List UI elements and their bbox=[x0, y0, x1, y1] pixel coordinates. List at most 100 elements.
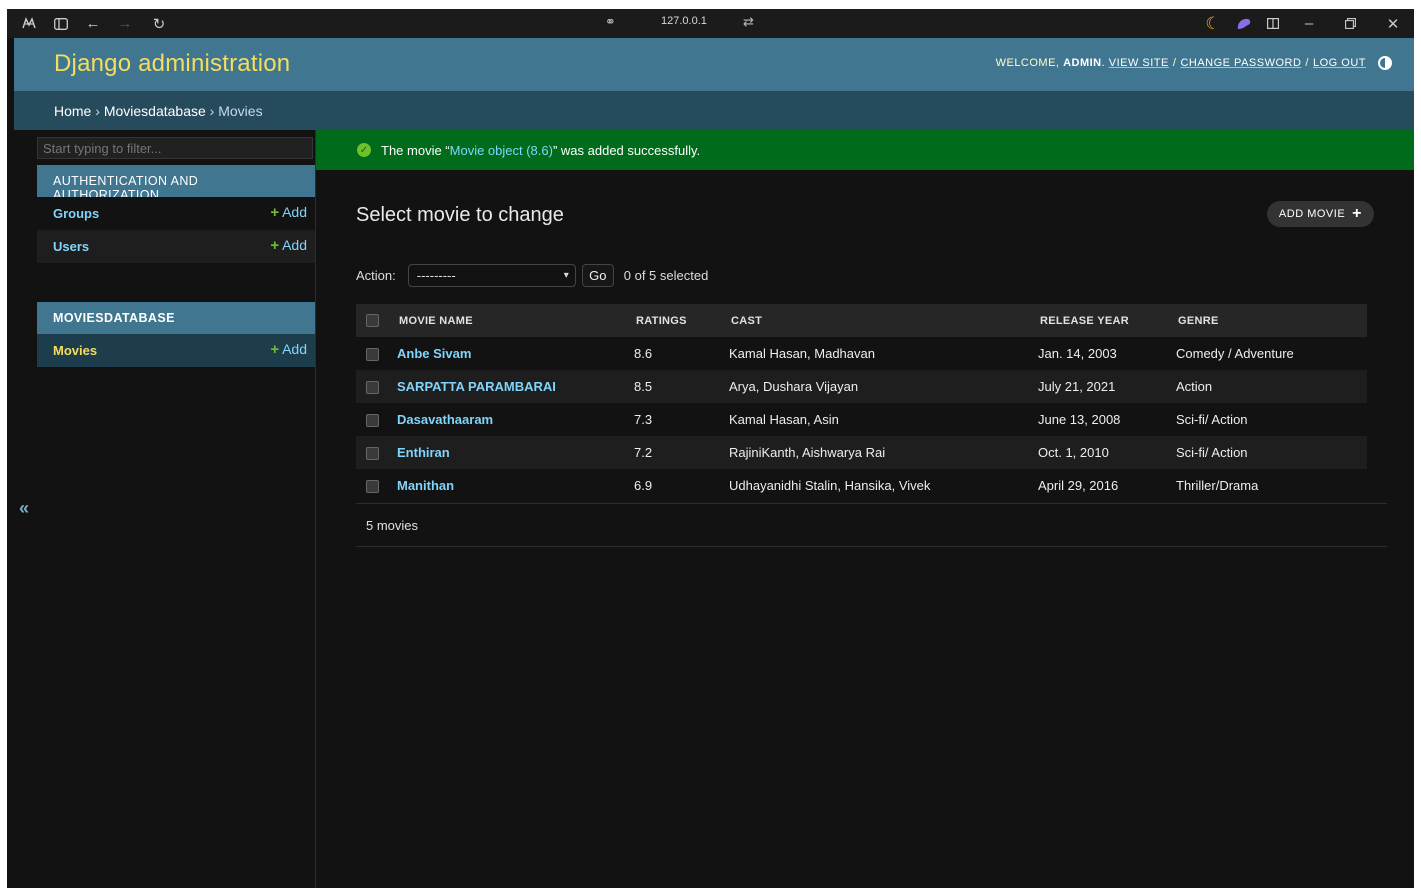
nav-sidebar-toggle[interactable]: « bbox=[14, 130, 38, 888]
release-cell: June 13, 2008 bbox=[1030, 403, 1168, 436]
admin-header: Django administration WELCOME, ADMIN. VI… bbox=[14, 38, 1414, 91]
sidebar-item-users[interactable]: Users + Add bbox=[37, 230, 315, 263]
link-icon[interactable]: ⚭ bbox=[605, 14, 616, 30]
check-icon: ✓ bbox=[357, 143, 371, 157]
username: ADMIN bbox=[1063, 57, 1102, 69]
movie-name-link[interactable]: Anbe Sivam bbox=[397, 346, 471, 361]
module-caption-auth[interactable]: AUTHENTICATION AND AUTHORIZATION bbox=[37, 165, 315, 202]
column-header-cast[interactable]: CAST bbox=[721, 304, 1030, 337]
add-users-link[interactable]: + Add bbox=[270, 237, 307, 254]
movie-name-link[interactable]: Dasavathaaram bbox=[397, 412, 493, 427]
site-settings-icon[interactable]: ⇄ bbox=[743, 14, 754, 30]
breadcrumb-app[interactable]: Moviesdatabase bbox=[104, 103, 206, 119]
success-message: ✓ The movie “Movie object (8.6)” was add… bbox=[316, 130, 1414, 170]
sidebar-item-groups[interactable]: Groups + Add bbox=[37, 197, 315, 230]
reload-icon[interactable]: ↻ bbox=[149, 13, 169, 34]
restore-icon[interactable] bbox=[1340, 13, 1360, 34]
sidebar-item-label[interactable]: Movies bbox=[53, 343, 97, 358]
add-label: Add bbox=[282, 204, 307, 220]
genre-cell: Thriller/Drama bbox=[1168, 469, 1367, 502]
browser-logo-icon[interactable] bbox=[19, 13, 39, 34]
column-header-genre[interactable]: GENRE bbox=[1168, 304, 1367, 337]
cast-cell: Kamal Hasan, Asin bbox=[721, 403, 1030, 436]
nav-sidebar: AUTHENTICATION AND AUTHORIZATION Groups … bbox=[37, 130, 316, 888]
plus-icon: + bbox=[270, 341, 280, 358]
site-branding[interactable]: Django administration bbox=[54, 50, 290, 78]
main-content: ✓ The movie “Movie object (8.6)” was add… bbox=[316, 130, 1414, 888]
genre-cell: Comedy / Adventure bbox=[1168, 337, 1367, 370]
sidebar-toggle-icon[interactable] bbox=[51, 13, 71, 34]
action-select-value: --------- bbox=[416, 267, 456, 283]
separator: / bbox=[1172, 57, 1177, 69]
module-caption-moviesdatabase[interactable]: MOVIESDATABASE bbox=[37, 302, 315, 334]
release-cell: April 29, 2016 bbox=[1030, 469, 1168, 502]
sidebar-item-label[interactable]: Groups bbox=[53, 206, 99, 221]
action-select[interactable]: --------- ▾ bbox=[407, 263, 576, 287]
chevron-down-icon: ▾ bbox=[563, 269, 569, 281]
add-groups-link[interactable]: + Add bbox=[270, 204, 307, 221]
table-row: Enthiran 7.2 RajiniKanth, Aishwarya Rai … bbox=[356, 436, 1367, 469]
breadcrumb-separator: › bbox=[209, 103, 215, 119]
back-icon[interactable]: ← bbox=[83, 13, 103, 34]
add-movies-link[interactable]: + Add bbox=[270, 341, 307, 358]
table-row: Manithan 6.9 Udhayanidhi Stalin, Hansika… bbox=[356, 469, 1367, 502]
user-tools: WELCOME, ADMIN. VIEW SITE / CHANGE PASSW… bbox=[996, 56, 1392, 70]
select-all-cell bbox=[356, 304, 389, 337]
row-checkbox[interactable] bbox=[366, 414, 379, 428]
rating-cell: 7.3 bbox=[626, 403, 721, 436]
release-cell: Jan. 14, 2003 bbox=[1030, 337, 1168, 370]
change-password-link[interactable]: CHANGE PASSWORD bbox=[1180, 57, 1301, 69]
breadcrumb-current: Movies bbox=[218, 103, 263, 119]
add-label: Add bbox=[282, 237, 307, 253]
selection-counter: 0 of 5 selected bbox=[623, 267, 709, 283]
table-row: SARPATTA PARAMBARAI 8.5 Arya, Dushara Vi… bbox=[356, 370, 1367, 403]
go-button[interactable]: Go bbox=[581, 263, 614, 287]
rating-cell: 6.9 bbox=[626, 469, 721, 502]
separator: / bbox=[1305, 57, 1309, 69]
column-header-movie-name[interactable]: MOVIE NAME bbox=[389, 304, 626, 337]
minimize-icon[interactable]: – bbox=[1299, 13, 1319, 34]
paginator: 5 movies bbox=[356, 503, 1387, 547]
message-object-link[interactable]: Movie object (8.6) bbox=[450, 143, 553, 158]
plus-icon: + bbox=[270, 204, 280, 221]
forward-icon[interactable]: → bbox=[115, 13, 135, 34]
breadcrumb-home[interactable]: Home bbox=[54, 103, 91, 119]
release-cell: July 21, 2021 bbox=[1030, 370, 1168, 403]
movie-name-link[interactable]: SARPATTA PARAMBARAI bbox=[397, 379, 556, 394]
close-icon[interactable]: ✕ bbox=[1383, 13, 1403, 34]
release-cell: Oct. 1, 2010 bbox=[1030, 436, 1168, 469]
genre-cell: Sci-fi/ Action bbox=[1168, 403, 1367, 436]
cast-cell: Kamal Hasan, Madhavan bbox=[721, 337, 1030, 370]
add-movie-button[interactable]: ADD MOVIE + bbox=[1266, 201, 1374, 227]
sidebar-item-movies[interactable]: Movies + Add bbox=[37, 334, 315, 367]
message-suffix: ” was added successfully. bbox=[552, 143, 701, 158]
breadcrumb-separator: › bbox=[95, 103, 100, 119]
genre-cell: Action bbox=[1168, 370, 1367, 403]
nav-filter-input[interactable] bbox=[37, 137, 313, 159]
column-header-release-year[interactable]: RELEASE YEAR bbox=[1030, 304, 1168, 337]
row-checkbox[interactable] bbox=[366, 348, 379, 362]
cast-cell: Arya, Dushara Vijayan bbox=[721, 370, 1030, 403]
row-checkbox[interactable] bbox=[366, 480, 379, 494]
select-all-checkbox[interactable] bbox=[366, 314, 379, 327]
moon-icon[interactable]: ☾ bbox=[1203, 13, 1223, 34]
movie-name-link[interactable]: Enthiran bbox=[397, 445, 450, 460]
welcome-text: WELCOME, bbox=[995, 57, 1060, 69]
row-checkbox[interactable] bbox=[366, 381, 379, 395]
results-table: MOVIE NAME RATINGS CAST RELEASE YEAR GEN… bbox=[356, 304, 1367, 502]
rating-cell: 7.2 bbox=[626, 436, 721, 469]
collapse-icon[interactable]: « bbox=[19, 498, 29, 519]
sidebar-item-label[interactable]: Users bbox=[53, 239, 89, 254]
theme-toggle-icon[interactable] bbox=[1378, 56, 1392, 70]
column-header-ratings[interactable]: RATINGS bbox=[626, 304, 721, 337]
table-header-row: MOVIE NAME RATINGS CAST RELEASE YEAR GEN… bbox=[356, 304, 1367, 337]
view-site-link[interactable]: VIEW SITE bbox=[1109, 57, 1169, 69]
row-checkbox[interactable] bbox=[366, 447, 379, 461]
log-out-link[interactable]: LOG OUT bbox=[1313, 57, 1366, 69]
movie-name-link[interactable]: Manithan bbox=[397, 478, 454, 493]
message-prefix: The movie “ bbox=[381, 143, 450, 158]
split-view-icon[interactable] bbox=[1263, 13, 1283, 34]
rating-cell: 8.6 bbox=[626, 337, 721, 370]
extension-icon[interactable] bbox=[1233, 13, 1255, 34]
address-bar[interactable]: 127.0.0.1 bbox=[661, 15, 707, 27]
